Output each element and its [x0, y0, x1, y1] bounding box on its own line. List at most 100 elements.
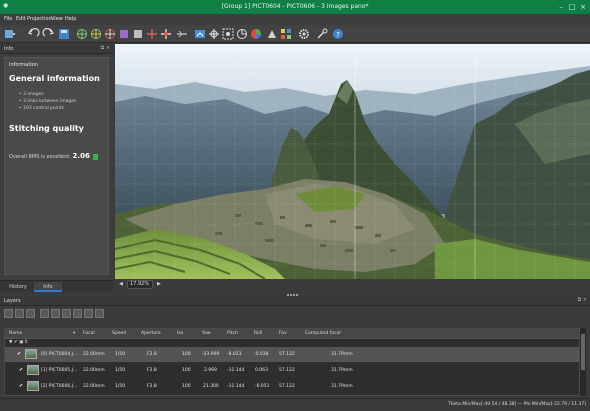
tab-info[interactable]: Info	[34, 282, 62, 292]
control-points-icon[interactable]	[90, 28, 102, 40]
layers-title: Layers	[4, 298, 21, 304]
cell-iso: 100	[182, 384, 191, 389]
maximize-icon[interactable]: □	[567, 2, 577, 12]
new-project-icon[interactable]	[4, 28, 16, 40]
visible-checkbox[interactable]: ✔	[19, 383, 25, 389]
cell-iso: 100	[182, 368, 191, 373]
layers-header: Layers ⧉ ×	[0, 296, 590, 306]
zoom-in-icon[interactable]: ▶	[157, 281, 161, 287]
layers-panel: Layers ⧉ × Name ▾ Focal Speed Aperture I…	[0, 296, 590, 398]
cell-speed: 1/50	[115, 368, 126, 373]
rms-value: 2.06	[72, 152, 90, 160]
save-icon[interactable]	[58, 28, 70, 40]
center-icon[interactable]	[222, 28, 234, 40]
link-icon[interactable]	[51, 309, 60, 318]
panorama-image[interactable]	[115, 44, 590, 279]
menu-projection[interactable]: Projection	[27, 16, 52, 22]
unlink-icon[interactable]	[62, 309, 71, 318]
pan-icon[interactable]	[194, 28, 206, 40]
col-name[interactable]: Name	[9, 331, 22, 336]
cell-fov: 57.122	[279, 384, 295, 389]
minimize-icon[interactable]: –	[556, 2, 566, 12]
move-up-icon[interactable]	[84, 309, 93, 318]
visible-checkbox[interactable]: ✔	[17, 351, 23, 357]
undo-icon[interactable]	[28, 28, 40, 40]
table-row[interactable]: ✔ [0] PICT0604.J... 22.00mm 1/50 F2.8 10…	[5, 347, 579, 362]
exposure-icon[interactable]	[266, 28, 278, 40]
panel-float-close-icon[interactable]: ⧉ ×	[578, 297, 587, 303]
help-icon[interactable]: ?	[332, 28, 344, 40]
fit-icon[interactable]	[160, 28, 172, 40]
cell-name: [1] PICT0605.J...	[41, 368, 78, 373]
cell-aperture: F2.8	[147, 384, 157, 389]
cell-yaw: 2.969	[204, 368, 217, 373]
toolbar: ?	[0, 25, 590, 43]
rotate-icon[interactable]	[236, 28, 248, 40]
cell-roll: -0.051	[255, 384, 270, 389]
stitch-icon[interactable]	[132, 28, 144, 40]
cell-yaw: 21.300	[203, 384, 219, 389]
menu-view[interactable]: View	[51, 16, 63, 22]
mask-icon[interactable]	[118, 28, 130, 40]
crop-icon[interactable]	[104, 28, 116, 40]
visible-checkbox[interactable]: ✔	[19, 367, 25, 373]
group-row[interactable]: ▼ ✔ ▣ 0	[9, 340, 28, 345]
splitter-handle[interactable]	[287, 292, 301, 296]
svg-text:?: ?	[336, 31, 340, 39]
info-panel-header: Info ⧉ ×	[0, 44, 113, 54]
cell-name: [2] PICT0606.J...	[41, 384, 78, 389]
move-icon[interactable]	[208, 28, 220, 40]
scrollbar-thumb[interactable]	[581, 334, 585, 370]
zoom-icon[interactable]	[176, 28, 188, 40]
col-fov[interactable]: Fov	[279, 331, 287, 336]
cell-pitch: -11.144	[227, 368, 245, 373]
col-computed-focal[interactable]: Computed focal	[305, 331, 341, 336]
cell-fov: 57.122	[279, 352, 295, 357]
rms-line: Overall RMS is excellent: 2.06	[9, 152, 99, 160]
menu-help[interactable]: Help	[65, 16, 76, 22]
menu-file[interactable]: File	[4, 16, 12, 22]
panel-float-close-icon[interactable]: ⧉ ×	[101, 45, 110, 51]
cell-roll: -0.038	[254, 352, 269, 357]
info-item-images: • 3 images	[19, 92, 44, 97]
group-icon[interactable]	[26, 309, 35, 318]
col-focal[interactable]: Focal	[83, 331, 95, 336]
layout-icon[interactable]	[280, 28, 292, 40]
move-down-icon[interactable]	[95, 309, 104, 318]
fov-icon[interactable]	[146, 28, 158, 40]
cell-pitch: -11.144	[227, 384, 245, 389]
settings-icon[interactable]	[298, 28, 310, 40]
cell-focal: 22.00mm	[83, 368, 105, 373]
col-pitch[interactable]: Pitch	[227, 331, 238, 336]
info-content: Information General information • 3 imag…	[4, 57, 109, 275]
info-item-control-points: • 193 control points	[19, 106, 64, 111]
zoom-field[interactable]: 17.92%	[127, 280, 153, 289]
table-row[interactable]: ✔ [1] PICT0605.J... 22.00mm 1/50 F2.8 10…	[5, 363, 579, 378]
cell-computed-focal: 31.79mm	[331, 384, 353, 389]
panorama-preview[interactable]	[115, 44, 590, 279]
layers-scrollbar[interactable]	[580, 328, 586, 396]
table-row[interactable]: ✔ [2] PICT0606.J... 22.00mm 1/50 F2.8 10…	[5, 379, 579, 394]
cell-fov: 57.122	[279, 368, 295, 373]
menu-edit[interactable]: Edit	[16, 16, 26, 22]
cell-computed-focal: 31.79mm	[331, 352, 353, 357]
close-icon[interactable]: ×	[578, 2, 588, 12]
image-thumbnail	[25, 349, 37, 359]
cell-speed: 1/50	[115, 352, 126, 357]
col-roll[interactable]: Roll	[254, 331, 262, 336]
color-icon[interactable]	[250, 28, 262, 40]
align-icon[interactable]	[76, 28, 88, 40]
col-yaw[interactable]: Yaw	[202, 331, 211, 336]
remove-image-icon[interactable]	[15, 309, 24, 318]
col-iso[interactable]: Iso	[177, 331, 183, 336]
zoom-out-icon[interactable]: ◀	[119, 281, 123, 287]
add-image-icon[interactable]	[4, 309, 13, 318]
tab-history[interactable]: History	[4, 282, 32, 292]
redo-icon[interactable]	[42, 28, 54, 40]
reset-icon[interactable]	[73, 309, 82, 318]
tools-icon[interactable]	[316, 28, 328, 40]
properties-icon[interactable]	[40, 309, 49, 318]
col-speed[interactable]: Speed	[112, 331, 126, 336]
stitching-quality-heading: Stitching quality	[9, 124, 84, 133]
col-aperture[interactable]: Aperture	[141, 331, 161, 336]
